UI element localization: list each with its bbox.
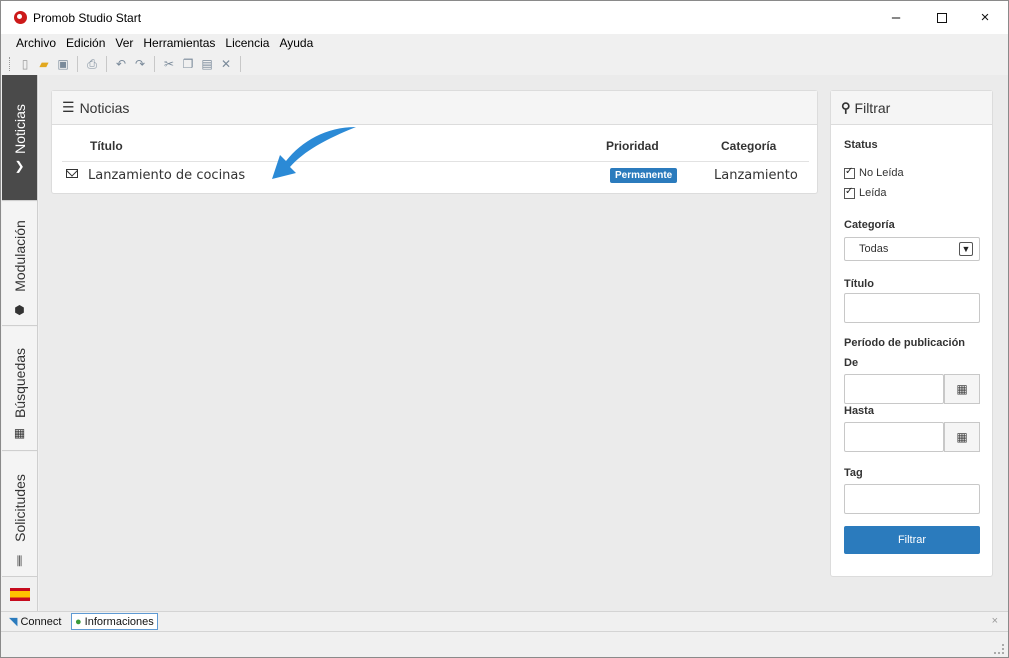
- hasta-label: Hasta: [844, 405, 874, 417]
- news-panel: ☰ Noticias Título Prioridad Categoría La…: [51, 90, 818, 194]
- filter-title: Filtrar: [854, 99, 891, 116]
- column-categoria[interactable]: Categoría: [721, 139, 776, 153]
- promob-logo-icon: [14, 11, 27, 24]
- categoria-label: Categoría: [844, 219, 895, 231]
- info-icon: ●: [75, 615, 82, 628]
- filter-panel: ⚲ Filtrar Status No Leída Leída Categorí…: [830, 90, 993, 577]
- delete-icon[interactable]: ✕: [218, 56, 234, 72]
- row-titulo[interactable]: Lanzamiento de cocinas: [88, 168, 245, 183]
- arrow-right-icon: ❯: [14, 158, 25, 173]
- redo-icon[interactable]: ↷: [132, 56, 148, 72]
- informaciones-tab[interactable]: ● Informaciones: [71, 613, 158, 630]
- table-divider: [62, 161, 809, 162]
- calendar-icon[interactable]: ▦: [944, 374, 980, 404]
- toolbar-separator: [240, 56, 241, 72]
- envelope-icon: [66, 169, 78, 178]
- menu-bar: Archivo Edición Ver Herramientas Licenci…: [1, 34, 1008, 53]
- connect-icon: ◥: [9, 616, 18, 628]
- connect-tab[interactable]: ◥ Connect: [6, 613, 64, 630]
- new-document-icon[interactable]: ▯: [17, 56, 33, 72]
- left-tab-strip: Noticias ❯ Modulación ⬢ Búsquedas ▦ Soli…: [2, 75, 38, 611]
- menu-licencia[interactable]: Licencia: [220, 34, 274, 53]
- hasta-date-input[interactable]: [844, 422, 944, 452]
- print-icon[interactable]: ⎙: [84, 56, 100, 72]
- toolbar-grip[interactable]: [9, 57, 12, 71]
- copy-icon[interactable]: ❐: [180, 56, 196, 72]
- periodo-label: Período de publicación: [844, 337, 966, 349]
- filter-header: ⚲ Filtrar: [831, 91, 992, 125]
- window-title: Promob Studio Start: [33, 11, 142, 25]
- main-content: ☰ Noticias Título Prioridad Categoría La…: [39, 75, 1008, 611]
- filtrar-button[interactable]: Filtrar: [844, 526, 980, 554]
- status-label: Status: [844, 139, 878, 151]
- minimize-button[interactable]: –: [873, 1, 919, 34]
- tab-modulacion-label: Modulación: [11, 220, 28, 292]
- chevron-down-icon: ▼: [959, 242, 973, 256]
- menu-herramientas[interactable]: Herramientas: [138, 34, 220, 53]
- menu-archivo[interactable]: Archivo: [11, 34, 61, 53]
- toolbar-separator: [106, 56, 107, 72]
- status-bar: ◥ Connect ● Informaciones ×: [1, 611, 1008, 631]
- column-prioridad[interactable]: Prioridad: [606, 139, 659, 153]
- de-label: De: [844, 357, 859, 369]
- tab-busquedas-label: Búsquedas: [11, 347, 28, 419]
- categoria-select[interactable]: Todas ▼: [844, 237, 980, 261]
- menu-ver[interactable]: Ver: [110, 34, 138, 53]
- tag-label: Tag: [844, 467, 863, 479]
- tab-modulacion[interactable]: Modulación ⬢: [2, 202, 37, 326]
- title-bar: Promob Studio Start – ×: [1, 1, 1008, 34]
- list-icon: ☰: [62, 99, 75, 115]
- titulo-label: Título: [844, 278, 874, 290]
- menu-edicion[interactable]: Edición: [61, 34, 110, 53]
- save-icon[interactable]: ▣: [55, 56, 71, 72]
- tab-solicitudes[interactable]: Solicitudes ⫼: [2, 452, 37, 577]
- maximize-icon: [937, 12, 947, 23]
- resize-grip-icon[interactable]: [994, 644, 1004, 654]
- checkbox-leida[interactable]: Leída: [844, 186, 887, 199]
- checkbox[interactable]: [844, 166, 855, 179]
- news-header: ☰ Noticias: [52, 91, 817, 125]
- checkbox-no-leida[interactable]: No Leída: [844, 166, 904, 179]
- informaciones-label: Informaciones: [84, 615, 154, 628]
- row-categoria: Lanzamiento: [714, 168, 798, 183]
- tab-busquedas[interactable]: Búsquedas ▦: [2, 327, 37, 451]
- titulo-input[interactable]: [844, 293, 980, 323]
- menu-ayuda[interactable]: Ayuda: [274, 34, 318, 53]
- tab-solicitudes-label: Solicitudes: [11, 474, 28, 542]
- bottom-panel: [1, 631, 1008, 657]
- open-folder-icon[interactable]: ▰: [36, 56, 52, 72]
- connect-label: Connect: [20, 615, 62, 628]
- priority-badge: Permanente: [610, 168, 678, 183]
- report-icon: ▦: [13, 425, 26, 440]
- app-window: Promob Studio Start – × Archivo Edición …: [0, 0, 1009, 658]
- paste-icon[interactable]: ▤: [199, 56, 215, 72]
- news-title: Noticias: [79, 99, 130, 116]
- checkbox-leida-label: Leída: [859, 187, 887, 199]
- tools-icon: ⫼: [16, 554, 23, 568]
- toolbar-separator: [154, 56, 155, 72]
- toolbar-separator: [77, 56, 78, 72]
- checkbox[interactable]: [844, 186, 855, 199]
- tab-noticias-label: Noticias: [11, 104, 28, 154]
- search-icon: ⚲: [841, 99, 851, 115]
- toolbar: ▯ ▰ ▣ ⎙ ↶ ↷ ✂ ❐ ▤ ✕: [1, 53, 1008, 75]
- column-titulo[interactable]: Título: [90, 139, 123, 153]
- categoria-value: Todas: [859, 243, 889, 255]
- pointer-arrow-icon: [272, 127, 356, 179]
- checkbox-no-leida-label: No Leída: [859, 167, 904, 179]
- tag-input[interactable]: [844, 484, 980, 514]
- spain-flag-icon[interactable]: [10, 588, 30, 601]
- cube-icon: ⬢: [14, 302, 25, 317]
- close-icon[interactable]: ×: [992, 615, 998, 627]
- close-button[interactable]: ×: [962, 1, 1008, 34]
- de-date-input[interactable]: [844, 374, 944, 404]
- cut-icon[interactable]: ✂: [161, 56, 177, 72]
- undo-icon[interactable]: ↶: [113, 56, 129, 72]
- calendar-icon[interactable]: ▦: [944, 422, 980, 452]
- maximize-button[interactable]: [919, 1, 965, 34]
- tab-noticias[interactable]: Noticias ❯: [2, 75, 37, 201]
